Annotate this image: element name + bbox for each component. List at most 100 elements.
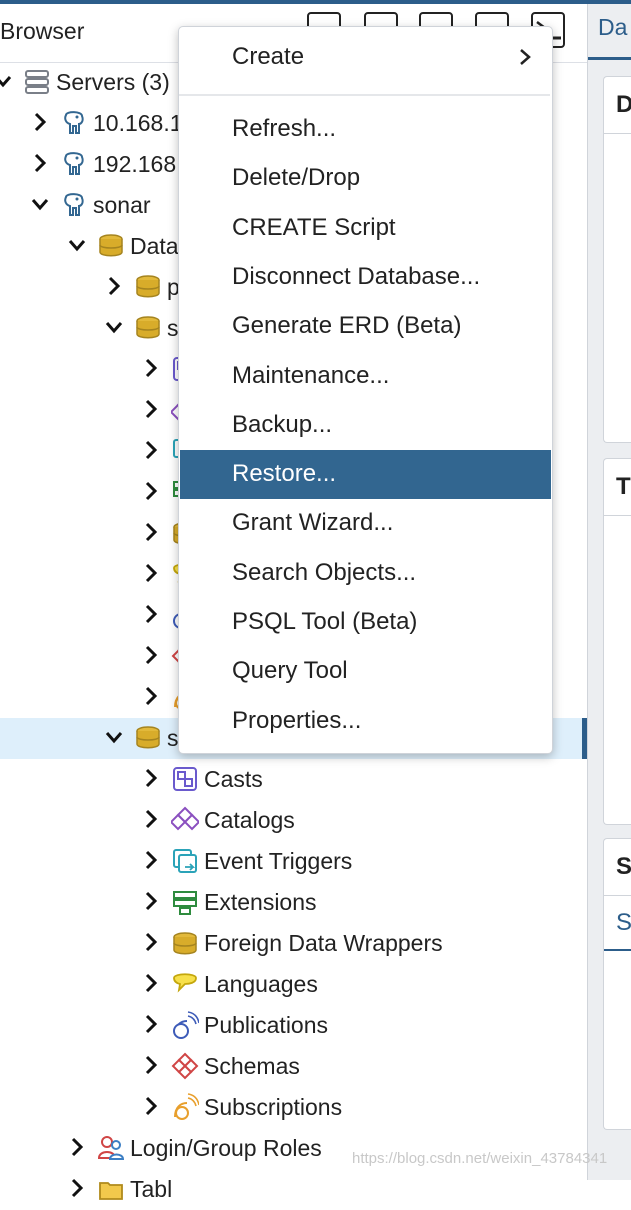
menu-item-label: Refresh...: [232, 115, 337, 142]
menu-item-delete-drop[interactable]: Delete/Drop: [180, 154, 551, 203]
chevron-right-icon[interactable]: [140, 439, 162, 461]
menu-item-label: Delete/Drop: [232, 164, 361, 192]
chevron-right-icon[interactable]: [140, 972, 162, 994]
dashboard-card-3: S S: [603, 838, 631, 1130]
tree-node-label: Data: [130, 233, 179, 259]
tree-node-label: Schemas: [204, 1053, 300, 1079]
tree-node[interactable]: Extensions: [0, 882, 587, 923]
tree-node-label: Servers (3): [56, 69, 170, 95]
languages-icon: [171, 970, 199, 998]
chevron-right-icon[interactable]: [103, 275, 125, 297]
context-menu: Create Refresh... Delete/Drop CREATE Script…: [178, 26, 553, 754]
chevron-right-icon[interactable]: [29, 111, 51, 133]
chevron-right-icon: [515, 47, 535, 67]
chevron-right-icon[interactable]: [140, 562, 162, 584]
tree-node-label: s: [167, 315, 179, 341]
login-roles-icon: [97, 1134, 125, 1162]
menu-item-label: CREATE Script: [232, 213, 396, 241]
tree-node-label: Tabl: [130, 1176, 173, 1202]
tree-node-label: sonar: [93, 192, 151, 218]
tab-dashboard[interactable]: Da: [598, 14, 627, 41]
tree-node-label: Casts: [204, 766, 263, 792]
chevron-right-icon[interactable]: [140, 644, 162, 666]
card-title: S: [616, 853, 631, 880]
tree-node[interactable]: Schemas: [0, 1046, 587, 1087]
card-divider: [604, 895, 631, 896]
tree-node[interactable]: Event Triggers: [0, 841, 587, 882]
tree-node-label: Languages: [204, 971, 318, 997]
foreign-data-wrappers-icon: [171, 929, 199, 957]
event-triggers-icon: [171, 847, 199, 875]
tree-node-label: Catalogs: [204, 807, 295, 833]
subscriptions-icon: [171, 1093, 200, 1121]
chevron-right-icon[interactable]: [140, 808, 162, 830]
menu-item-label: PSQL Tool (Beta): [232, 608, 418, 635]
menu-item-properties[interactable]: Properties...: [180, 697, 551, 746]
chevron-right-icon[interactable]: [140, 521, 162, 543]
menu-item-label: Query Tool: [232, 657, 348, 685]
menu-item-search-objects[interactable]: Search Objects...: [180, 549, 551, 598]
tree-node[interactable]: Casts: [0, 759, 587, 800]
menu-item-refresh[interactable]: Refresh...: [180, 105, 551, 154]
databases-icon: [97, 232, 125, 260]
tree-node-label: Login/Group Roles: [130, 1135, 322, 1161]
extensions-icon: [171, 888, 199, 916]
chevron-right-icon[interactable]: [140, 890, 162, 912]
catalogs-icon: [169, 806, 201, 834]
chevron-right-icon[interactable]: [140, 1095, 162, 1117]
card-subtab[interactable]: S: [616, 909, 631, 937]
tree-node[interactable]: Languages: [0, 964, 587, 1005]
chevron-right-icon[interactable]: [140, 685, 162, 707]
dashboard-panel: Da D T S S: [587, 4, 631, 1180]
chevron-right-icon[interactable]: [140, 603, 162, 625]
chevron-right-icon[interactable]: [140, 480, 162, 502]
chevron-right-icon[interactable]: [140, 931, 162, 953]
menu-item-create[interactable]: Create: [180, 33, 551, 82]
publications-icon: [171, 1011, 200, 1039]
chevron-down-icon[interactable]: [29, 193, 51, 215]
tree-node[interactable]: Subscriptions: [0, 1087, 587, 1128]
chevron-right-icon[interactable]: [140, 767, 162, 789]
menu-item-maintenance[interactable]: Maintenance...: [180, 352, 551, 401]
tree-node[interactable]: Tabl: [0, 1169, 587, 1210]
tree-node[interactable]: Foreign Data Wrappers: [0, 923, 587, 964]
tree-node-label: s: [167, 725, 179, 751]
chevron-right-icon[interactable]: [29, 152, 51, 174]
database-icon: [134, 314, 162, 342]
panel-title: Browser: [0, 18, 85, 44]
chevron-right-icon[interactable]: [140, 398, 162, 420]
card-divider: [604, 133, 631, 134]
chevron-right-icon[interactable]: [140, 849, 162, 871]
chevron-right-icon[interactable]: [66, 1177, 88, 1199]
chevron-right-icon[interactable]: [66, 1136, 88, 1158]
postgres-elephant-icon: [60, 150, 88, 178]
menu-item-psql-tool-beta[interactable]: PSQL Tool (Beta): [180, 598, 551, 647]
menu-item-grant-wizard[interactable]: Grant Wizard...: [180, 499, 551, 548]
tree-node-label: 10.168.1: [93, 110, 183, 136]
database-icon: [134, 273, 162, 301]
tree-node-label: 192.168: [93, 151, 177, 177]
menu-item-backup[interactable]: Backup...: [180, 401, 551, 450]
chevron-right-icon[interactable]: [140, 1013, 162, 1035]
menu-item-disconnect-database[interactable]: Disconnect Database...: [180, 253, 551, 302]
menu-item-label: Disconnect Database...: [232, 262, 481, 290]
menu-item-label: Search Objects...: [232, 558, 417, 586]
schemas-icon: [171, 1052, 199, 1080]
chevron-right-icon[interactable]: [140, 1054, 162, 1076]
tree-node[interactable]: Publications: [0, 1005, 587, 1046]
menu-item-create-script[interactable]: CREATE Script: [180, 204, 551, 253]
chevron-down-icon[interactable]: [66, 234, 88, 256]
tree-node[interactable]: Catalogs: [0, 800, 587, 841]
chevron-down-icon[interactable]: [0, 70, 14, 92]
chevron-down-icon[interactable]: [103, 726, 125, 748]
card-divider: [604, 515, 631, 516]
menu-item-query-tool[interactable]: Query Tool: [180, 647, 551, 696]
card-title: D: [616, 91, 631, 118]
chevron-down-icon[interactable]: [103, 316, 125, 338]
postgres-elephant-icon: [60, 109, 88, 137]
chevron-right-icon[interactable]: [140, 357, 162, 379]
menu-item-generate-erd-beta[interactable]: Generate ERD (Beta): [180, 302, 551, 351]
menu-separator: [179, 94, 550, 96]
menu-item-label: Create: [232, 43, 305, 70]
menu-item-restore[interactable]: Restore...: [180, 450, 551, 500]
